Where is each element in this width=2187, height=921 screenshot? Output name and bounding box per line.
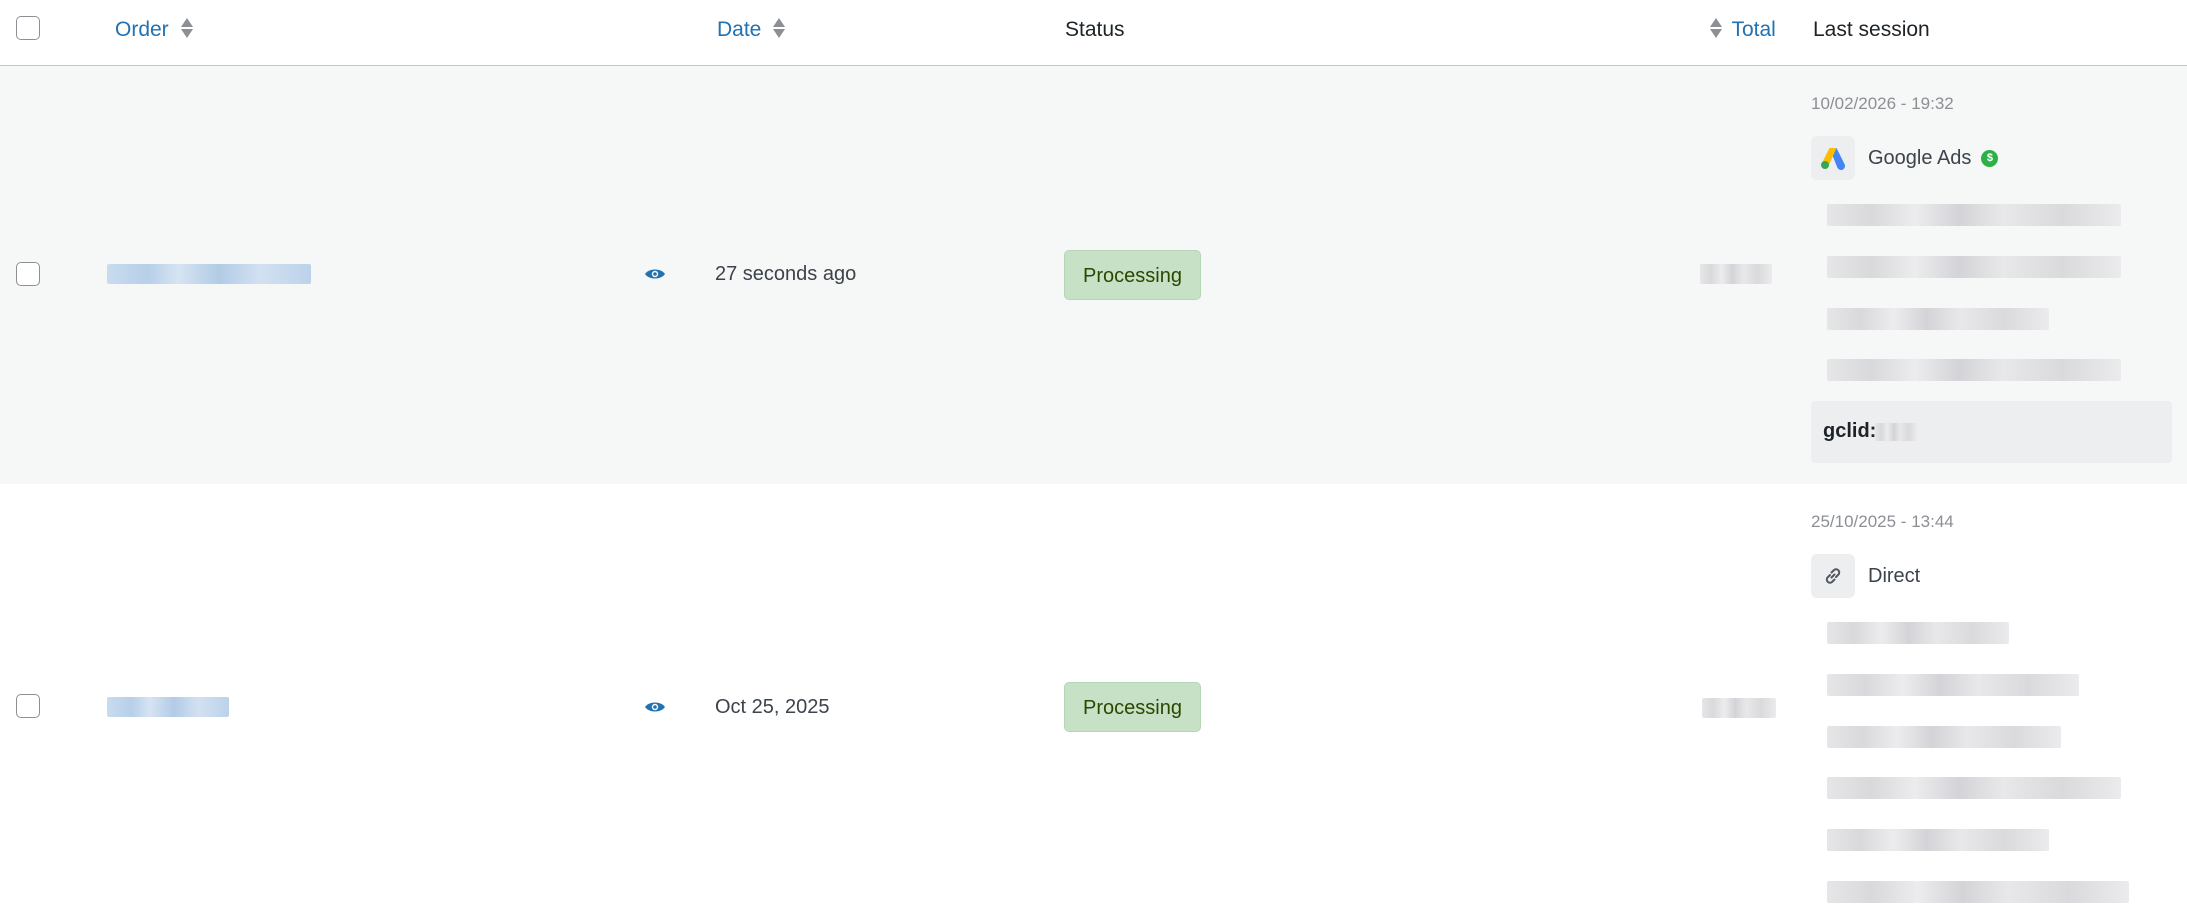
session-detail-redacted [1827, 881, 2129, 903]
paid-badge-icon: $ [1981, 149, 1999, 167]
session-detail-redacted [1827, 204, 2121, 226]
eye-icon[interactable] [644, 267, 666, 281]
order-total-redacted [1700, 264, 1772, 284]
sort-icon [773, 17, 786, 39]
table-row: Oct 25, 2025 Processing 25/10/2025 - 13:… [0, 484, 2187, 921]
session-detail-redacted [1827, 829, 2049, 851]
order-link-redacted[interactable] [107, 697, 229, 717]
session-detail-redacted [1827, 256, 2121, 278]
row-checkbox[interactable] [16, 262, 40, 286]
table-header: Order Date Status Total Last session [0, 0, 2187, 66]
order-link-redacted[interactable] [107, 264, 311, 284]
gclid-value-redacted [1875, 423, 1917, 441]
session-time: 10/02/2026 - 19:32 [1811, 94, 1954, 113]
session-source: Direct [1811, 554, 1920, 598]
last-session-column-header: Last session [1813, 17, 1930, 43]
sort-icon [180, 17, 193, 39]
row-checkbox[interactable] [16, 694, 40, 718]
gclid-label: gclid: [1823, 420, 1877, 442]
order-header-label: Order [115, 18, 169, 41]
session-detail-redacted [1827, 359, 2121, 381]
table-row: 27 seconds ago Processing 10/02/2026 - 1… [0, 66, 2187, 484]
order-date: 27 seconds ago [715, 263, 857, 285]
session-source: Google Ads $ [1811, 136, 1999, 180]
link-icon [1811, 554, 1855, 598]
date-header-label: Date [717, 18, 762, 41]
order-column-header[interactable]: Order [115, 17, 193, 43]
total-column-header[interactable]: Total [1710, 17, 1776, 43]
session-detail-redacted [1827, 726, 2061, 748]
status-badge: Processing [1064, 682, 1201, 732]
source-label: Direct [1868, 564, 1921, 587]
gclid-box: gclid: [1811, 401, 2172, 463]
status-column-header: Status [1065, 17, 1125, 43]
total-header-label: Total [1731, 18, 1776, 41]
session-time: 25/10/2025 - 13:44 [1811, 512, 1954, 531]
session-detail-redacted [1827, 674, 2079, 696]
date-column-header[interactable]: Date [717, 17, 786, 43]
google-ads-icon [1811, 136, 1855, 180]
session-detail-redacted [1827, 622, 2009, 644]
status-header-label: Status [1065, 18, 1125, 41]
select-all-checkbox[interactable] [16, 16, 40, 40]
order-date: Oct 25, 2025 [715, 696, 830, 718]
sort-icon [1710, 17, 1722, 39]
session-detail-redacted [1827, 777, 2121, 799]
orders-table: Order Date Status Total Last session 27 … [0, 0, 2187, 921]
eye-icon[interactable] [644, 700, 666, 714]
last-session-header-label: Last session [1813, 18, 1930, 41]
source-label: Google Ads [1868, 146, 1972, 169]
order-total-redacted [1702, 698, 1776, 718]
status-badge: Processing [1064, 250, 1201, 300]
session-detail-redacted [1827, 308, 2049, 330]
